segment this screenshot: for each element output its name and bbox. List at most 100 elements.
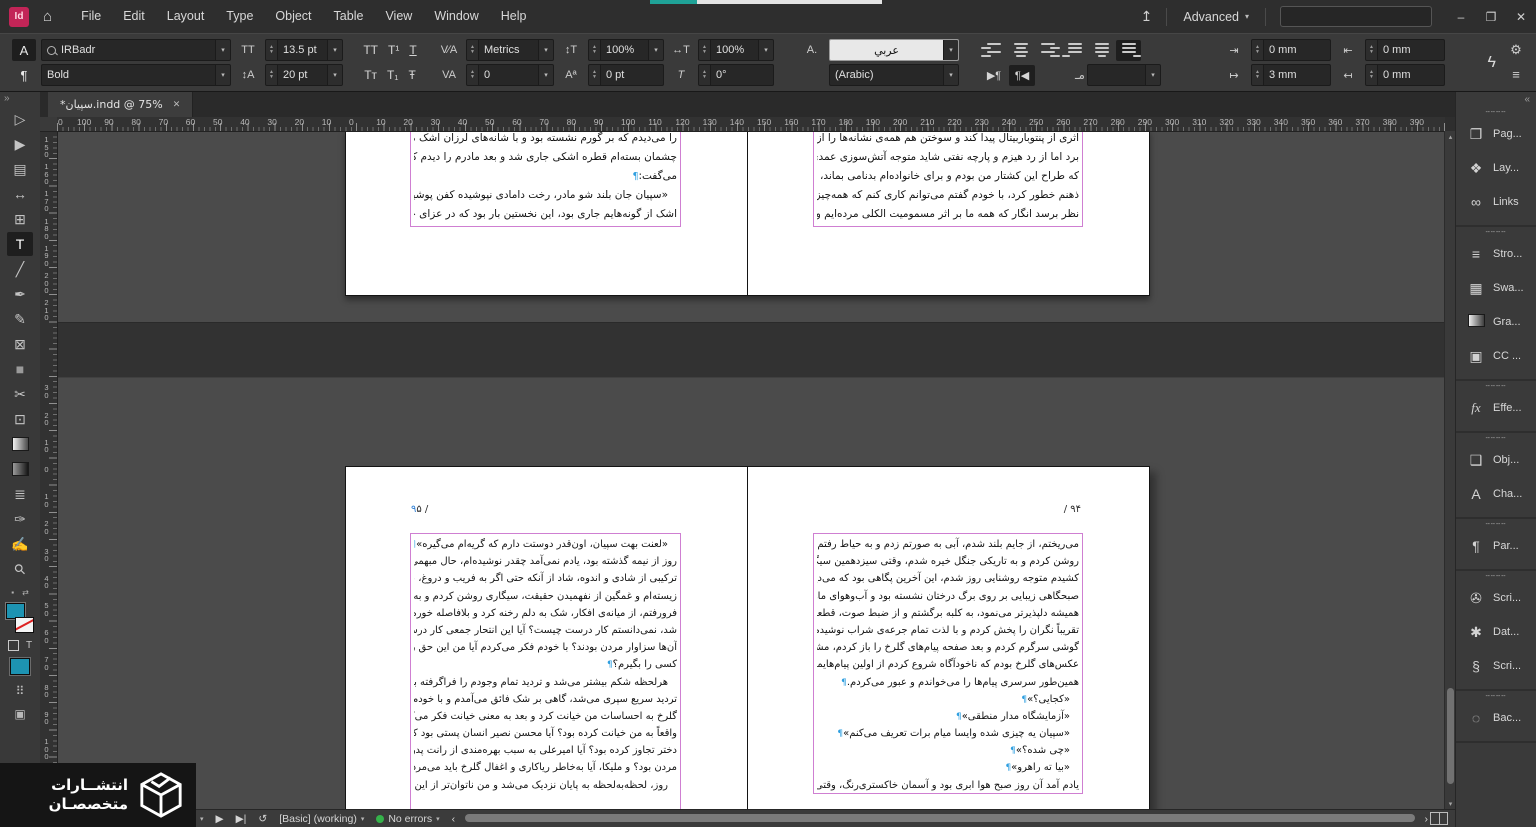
chevron-down-icon[interactable]: ▾ xyxy=(215,40,230,60)
chevron-down-icon[interactable]: ▾ xyxy=(943,40,958,60)
panel-button-scripts[interactable]: ✇Scri... xyxy=(1456,581,1536,615)
digits-combo[interactable]: عربي ▾ xyxy=(829,39,959,61)
rtl-direction-button[interactable]: ¶◀ xyxy=(1009,65,1035,86)
apply-color-button[interactable] xyxy=(10,658,30,675)
panel-button-pages[interactable]: ❐Pag... xyxy=(1456,117,1536,151)
formatting-affects-container-icon[interactable] xyxy=(8,640,19,651)
menu-object[interactable]: Object xyxy=(264,0,322,33)
document-tab[interactable]: *سپیان.indd @ 75% ✕ xyxy=(48,91,193,117)
pen-tool[interactable]: ✒ xyxy=(7,282,33,306)
chevron-down-icon[interactable]: ▾ xyxy=(538,65,553,85)
drag-handle-icon[interactable]: ╍╍╍╍ xyxy=(1456,383,1536,391)
stepper-icon[interactable]: ▲▼ xyxy=(266,40,278,60)
stepper-icon[interactable]: ▲▼ xyxy=(467,40,479,60)
pencil-tool[interactable]: ✎ xyxy=(7,307,33,331)
share-icon[interactable]: ↥ xyxy=(1127,8,1167,25)
collapse-panels-icon[interactable]: « xyxy=(1524,94,1530,105)
stroke-swatch[interactable] xyxy=(15,617,34,633)
position-button-2[interactable]: Ŧ xyxy=(408,68,415,82)
stepper-icon[interactable]: ▲▼ xyxy=(699,65,711,85)
chevron-down-icon[interactable]: ▾ xyxy=(648,40,663,60)
menu-type[interactable]: Type xyxy=(215,0,264,33)
case-button-2[interactable]: T xyxy=(409,43,416,57)
menu-table[interactable]: Table xyxy=(323,0,375,33)
align-jright-button[interactable] xyxy=(1116,40,1141,61)
chevron-down-icon[interactable]: ▾ xyxy=(758,40,773,60)
stepper-icon[interactable]: ▲▼ xyxy=(589,40,601,60)
vertical-scroll-thumb[interactable] xyxy=(1447,688,1454,784)
preflight-preset[interactable]: [Basic] (working) ▾ xyxy=(279,813,364,825)
align-jcenter-button[interactable] xyxy=(1089,40,1114,61)
chevron-down-icon[interactable]: ▾ xyxy=(943,65,958,85)
baseline-shift-field[interactable]: ▲▼ 0 pt xyxy=(588,64,664,86)
line-tool[interactable]: ╱ xyxy=(7,257,33,281)
panel-button-object-styles[interactable]: ❑Obj... xyxy=(1456,443,1536,477)
minimize-button[interactable]: – xyxy=(1446,0,1476,33)
panel-button-stroke[interactable]: ≡Stro... xyxy=(1456,237,1536,271)
panel-button-gradient[interactable]: Gra... xyxy=(1456,305,1536,339)
scroll-right-icon[interactable]: › xyxy=(1425,813,1429,825)
expand-panel-icon[interactable]: » xyxy=(0,91,14,106)
chevron-down-icon[interactable]: ▾ xyxy=(327,65,342,85)
formatting-affects-text-icon[interactable]: T xyxy=(26,640,32,651)
character-style-combo[interactable]: Bold ▾ xyxy=(41,64,231,86)
menu-file[interactable]: File xyxy=(70,0,112,33)
menu-layout[interactable]: Layout xyxy=(156,0,216,33)
workspace-switcher[interactable]: Advanced ▾ xyxy=(1167,10,1265,24)
align-left-button[interactable] xyxy=(981,40,1006,61)
panel-button-background-tasks[interactable]: ◌Bac... xyxy=(1456,701,1536,735)
ruler-origin-corner[interactable] xyxy=(40,117,58,132)
kerning-field[interactable]: ▲▼ Metrics ▾ xyxy=(466,39,554,61)
gear-icon[interactable]: ⚙ xyxy=(1506,42,1526,58)
next-page-icon[interactable]: ▶ xyxy=(216,813,224,825)
panel-button-data-merge[interactable]: ✱Dat... xyxy=(1456,615,1536,649)
drag-handle-icon[interactable]: ╍╍╍╍ xyxy=(1456,521,1536,529)
drag-handle-icon[interactable]: ╍╍╍╍ xyxy=(1456,573,1536,581)
type-tool[interactable]: T xyxy=(7,232,33,256)
stepper-icon[interactable]: ▲▼ xyxy=(1366,65,1378,85)
panel-button-swatches[interactable]: ▦Swa... xyxy=(1456,271,1536,305)
right-indent-field[interactable]: ▲▼ 0 mm xyxy=(1251,39,1331,61)
swap-arrow-icon[interactable]: ⇄ xyxy=(22,588,29,597)
tracking-field[interactable]: ▲▼ 0 ▾ xyxy=(466,64,554,86)
language-combo[interactable]: (Arabic) ▾ xyxy=(829,64,959,86)
direct-selection-tool[interactable]: ▶ xyxy=(7,132,33,156)
gradient-swatch-tool[interactable] xyxy=(7,432,33,456)
left-indent-field[interactable]: ▲▼ 0 mm xyxy=(1365,39,1445,61)
quick-actions-icon[interactable]: ϟ xyxy=(1488,54,1496,72)
align-jleft-button[interactable] xyxy=(1062,40,1087,61)
default-swatches-swap[interactable]: ▪⇄ xyxy=(11,588,29,597)
home-icon[interactable]: ⌂ xyxy=(43,8,52,25)
last-page-icon[interactable]: ▶| xyxy=(236,813,247,825)
note-tool[interactable]: ≣ xyxy=(7,482,33,506)
font-family-combo[interactable]: IRBadr ▾ xyxy=(41,39,231,61)
zoom-tool[interactable]: ⚲ xyxy=(7,557,33,581)
fill-stroke-control[interactable] xyxy=(6,603,34,633)
page-tool[interactable]: ▤ xyxy=(7,157,33,181)
default-swatch-icon[interactable]: ▪ xyxy=(11,588,14,597)
panel-menu-icon[interactable]: ≡ xyxy=(1506,67,1526,82)
kashida-combo[interactable]: ▾ xyxy=(1087,64,1161,86)
horizontal-scroll-thumb[interactable] xyxy=(465,814,1414,822)
panel-button-script-label[interactable]: §Scri... xyxy=(1456,649,1536,683)
first-line-indent-field[interactable]: ▲▼ 3 mm xyxy=(1251,64,1331,86)
text-frame-page-95[interactable]: «لعنت بهت سپیان، اون‌قدر دوستت دارم که گ… xyxy=(410,533,681,810)
stepper-icon[interactable]: ▲▼ xyxy=(589,65,601,85)
stepper-icon[interactable]: ▲▼ xyxy=(1252,40,1264,60)
close-tab-icon[interactable]: ✕ xyxy=(173,99,181,110)
chevron-down-icon[interactable]: ▾ xyxy=(327,40,342,60)
scissors-tool[interactable]: ✂ xyxy=(7,382,33,406)
position-button-0[interactable]: Tᴛ xyxy=(364,68,377,82)
stepper-icon[interactable]: ▲▼ xyxy=(1252,65,1264,85)
align-right-button[interactable] xyxy=(1035,40,1060,61)
menu-view[interactable]: View xyxy=(374,0,423,33)
chevron-down-icon[interactable]: ▾ xyxy=(1145,65,1160,85)
stepper-icon[interactable]: ▲▼ xyxy=(467,65,479,85)
position-button-1[interactable]: T₁ xyxy=(387,68,398,82)
horizontal-ruler[interactable]: 0100908070605040302010010203040506070809… xyxy=(57,117,1445,132)
vertical-ruler[interactable]: 1 5 01 6 01 7 01 8 01 9 02 0 02 1 03 02 … xyxy=(40,131,58,810)
text-frame-page-94[interactable]: می‌ریختم، از جایم بلند شدم، آبی به صورتم… xyxy=(813,533,1083,794)
drag-handle-icon[interactable]: ╍╍╍╍ xyxy=(1456,693,1536,701)
close-button[interactable]: ✕ xyxy=(1506,0,1536,33)
drag-handle-icon[interactable]: ╍╍╍╍ xyxy=(1456,229,1536,237)
